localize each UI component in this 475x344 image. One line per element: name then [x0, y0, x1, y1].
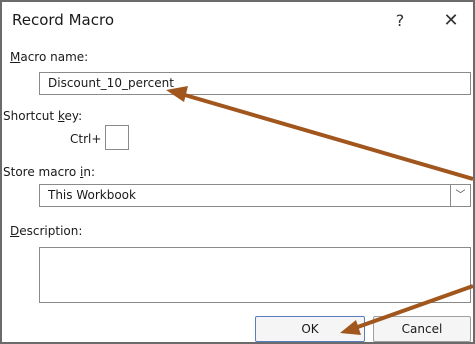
- dialog-title: Record Macro: [12, 11, 114, 29]
- ok-button[interactable]: OK: [255, 316, 365, 342]
- record-macro-dialog: Record Macro ? ✕ Macro name: Discount_10…: [0, 0, 475, 344]
- macro-name-input[interactable]: Discount_10_percent: [39, 72, 471, 95]
- help-icon[interactable]: ?: [386, 7, 414, 35]
- description-textarea[interactable]: [39, 247, 471, 303]
- chevron-down-icon[interactable]: ﹀: [450, 184, 471, 207]
- shortcut-key-input[interactable]: [105, 125, 129, 150]
- arrow-line-macro-name: [177, 91, 473, 181]
- title-bar: Record Macro ? ✕: [2, 2, 473, 42]
- store-macro-label: Store macro in:: [3, 165, 95, 179]
- shortcut-key-label: Shortcut key:: [3, 109, 83, 123]
- macro-name-label: Macro name:: [10, 50, 89, 64]
- description-label: Description:: [10, 224, 83, 238]
- ctrl-label: Ctrl+: [70, 132, 102, 146]
- store-macro-select[interactable]: This Workbook: [39, 184, 451, 207]
- cancel-button[interactable]: Cancel: [373, 316, 471, 342]
- close-icon[interactable]: ✕: [437, 7, 465, 35]
